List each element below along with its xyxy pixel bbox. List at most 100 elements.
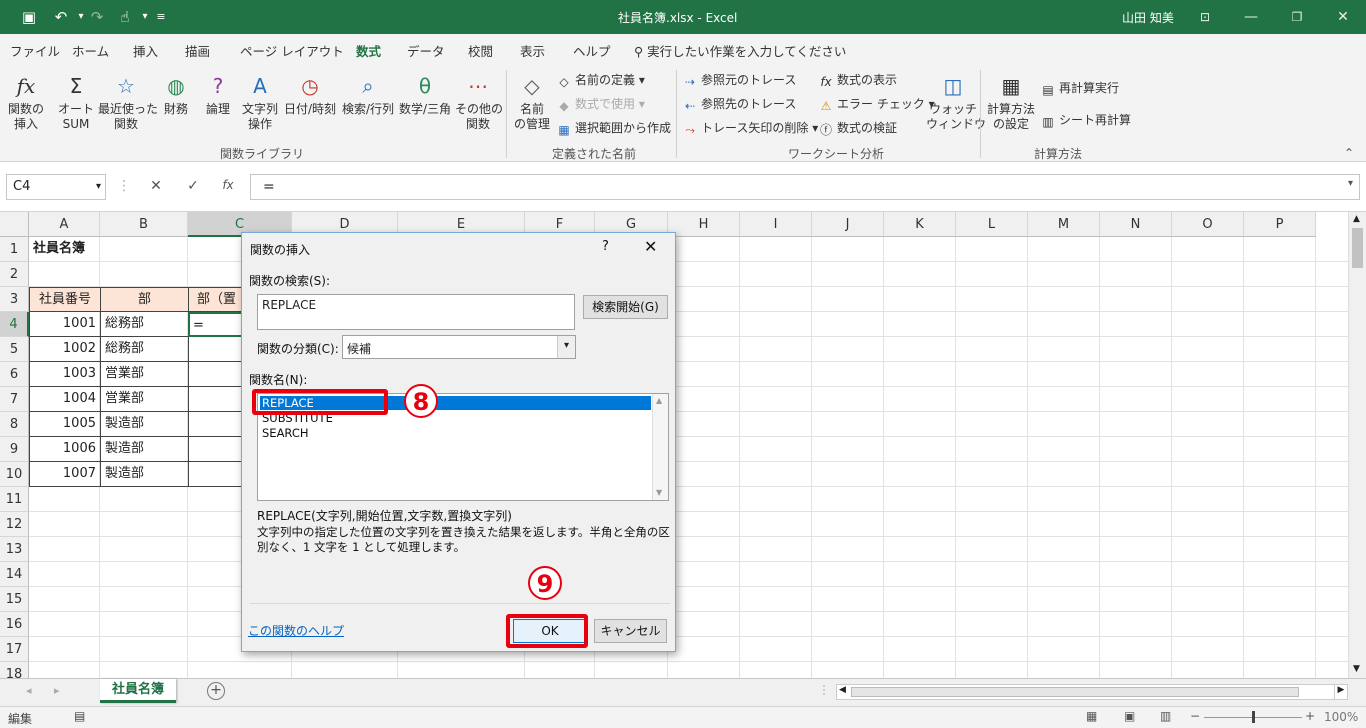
use-in-formula-button[interactable]: ◆ 数式で使用 ▾ [556, 94, 644, 114]
remove-arrows-button[interactable]: ⤳ トレース矢印の削除 ▾ [682, 118, 818, 138]
column-header-n[interactable]: N [1100, 212, 1172, 237]
cell-id-row-10[interactable]: 1007 [29, 462, 101, 487]
column-header-l[interactable]: L [956, 212, 1028, 237]
row-header-5[interactable]: 5 [0, 337, 29, 362]
row-header-10[interactable]: 10 [0, 462, 29, 487]
zoom-slider-thumb[interactable] [1252, 711, 1255, 723]
formula-input[interactable]: = [250, 174, 1360, 200]
close-window-icon[interactable]: ✕ [1320, 0, 1366, 34]
watch-window-button[interactable]: ◫ ウォッチ ウィンドウ [926, 72, 986, 132]
define-name-button[interactable]: ◇ 名前の定義 ▾ [556, 70, 644, 90]
sheet-tab-employees[interactable]: 社員名簿 [100, 679, 176, 703]
row-header-3[interactable]: 3 [0, 287, 29, 312]
cell-replace-row-6[interactable] [188, 362, 248, 387]
header-cell-department-replace[interactable]: 部（置 [188, 287, 248, 312]
list-scroll-up-icon[interactable]: ▲ [656, 396, 662, 405]
cell-dept-row-9[interactable]: 製造部 [100, 437, 189, 462]
cancel-button[interactable]: キャンセル [594, 619, 667, 643]
scroll-left-icon[interactable]: ◀ [839, 685, 846, 695]
save-icon[interactable]: ▣ [18, 6, 40, 28]
row-header-7[interactable]: 7 [0, 387, 29, 412]
search-function-input[interactable]: REPLACE [257, 294, 575, 330]
column-header-k[interactable]: K [884, 212, 956, 237]
tab-insert[interactable]: 挿入 [133, 41, 158, 60]
name-box[interactable]: C4 ▾ [6, 174, 106, 200]
row-header-2[interactable]: 2 [0, 262, 29, 287]
logical-button[interactable]: ? 論理 [198, 72, 238, 117]
vertical-scroll-thumb[interactable] [1352, 228, 1363, 268]
tab-formulas[interactable]: 数式 [356, 41, 381, 60]
math-button[interactable]: θ 数学/三角 [397, 72, 453, 117]
expand-formula-icon[interactable]: ▾ [1348, 178, 1353, 189]
dialog-help-icon[interactable]: ? [602, 239, 609, 254]
error-checking-button[interactable]: ⚠ エラー チェック ▾ [818, 94, 935, 114]
name-manager-button[interactable]: ◇ 名前 の管理 [510, 72, 554, 132]
cell-dept-row-8[interactable]: 製造部 [100, 412, 189, 437]
scroll-up-icon[interactable]: ▲ [1353, 214, 1360, 224]
cell-replace-row-10[interactable] [188, 462, 248, 487]
touch-mode-icon[interactable]: ☝ [114, 6, 136, 28]
prev-sheet-icon[interactable]: ◂ [26, 684, 32, 697]
row-header-16[interactable]: 16 [0, 612, 29, 637]
vertical-scrollbar[interactable]: ▲ ▼ [1348, 212, 1366, 678]
function-help-link[interactable]: この関数のヘルプ [248, 622, 344, 639]
minimize-icon[interactable]: — [1228, 0, 1274, 34]
scroll-right-icon[interactable]: ▶ [1334, 684, 1348, 700]
cell-id-row-4[interactable]: 1001 [29, 312, 101, 337]
calculate-now-button[interactable]: ▤ 再計算実行 [1040, 78, 1119, 98]
cell-replace-row-8[interactable] [188, 412, 248, 437]
column-header-i[interactable]: I [740, 212, 812, 237]
select-all-corner[interactable] [0, 212, 29, 237]
cell-dept-row-10[interactable]: 製造部 [100, 462, 189, 487]
lookup-button[interactable]: ⌕ 検索/行列 [340, 72, 396, 117]
row-header-18[interactable]: 18 [0, 662, 29, 678]
column-header-a[interactable]: A [29, 212, 100, 237]
cell-id-row-9[interactable]: 1006 [29, 437, 101, 462]
cell-dept-row-4[interactable]: 総務部 [100, 312, 189, 337]
normal-view-icon[interactable]: ▦ [1086, 709, 1097, 723]
undo-icon[interactable]: ↶ [50, 6, 72, 28]
row-header-9[interactable]: 9 [0, 437, 29, 462]
cell-dept-row-6[interactable]: 営業部 [100, 362, 189, 387]
row-header-17[interactable]: 17 [0, 637, 29, 662]
datetime-button[interactable]: ◷ 日付/時刻 [282, 72, 338, 117]
trace-dependents-button[interactable]: ⇠ 参照先のトレース [682, 94, 796, 114]
tab-file[interactable]: ファイル [10, 41, 60, 60]
cell-id-row-8[interactable]: 1005 [29, 412, 101, 437]
text-button[interactable]: A 文字列 操作 [238, 72, 282, 132]
column-header-j[interactable]: J [812, 212, 884, 237]
calculation-options-button[interactable]: ▦ 計算方法 の設定 [984, 72, 1038, 132]
trace-precedents-button[interactable]: ⇢ 参照元のトレース [682, 70, 796, 90]
column-header-h[interactable]: H [668, 212, 740, 237]
enter-entry-icon[interactable]: ✓ [183, 178, 203, 196]
dialog-close-icon[interactable]: ✕ [644, 237, 657, 256]
macro-record-icon[interactable]: ▤ [74, 709, 85, 723]
tab-review[interactable]: 校閲 [468, 41, 493, 60]
restore-icon[interactable]: ❐ [1274, 0, 1320, 34]
header-cell-employee-id[interactable]: 社員番号 [29, 287, 101, 312]
tab-data[interactable]: データ [407, 41, 445, 60]
name-box-dropdown-icon[interactable]: ▾ [96, 175, 101, 199]
financial-button[interactable]: ◍ 財務 [156, 72, 196, 117]
page-break-view-icon[interactable]: ▥ [1160, 709, 1171, 723]
cell-replace-row-5[interactable] [188, 337, 248, 362]
cancel-entry-icon[interactable]: ✕ [146, 178, 166, 196]
row-header-13[interactable]: 13 [0, 537, 29, 562]
tab-help[interactable]: ヘルプ [573, 41, 611, 60]
category-select[interactable]: 候補 ▾ [342, 335, 576, 359]
tab-page-layout[interactable]: ページ レイアウト [240, 41, 344, 60]
autosum-button[interactable]: Σ オート SUM [54, 72, 98, 132]
cell-dept-row-5[interactable]: 総務部 [100, 337, 189, 362]
evaluate-formula-button[interactable]: ⓕ 数式の検証 [818, 118, 897, 138]
list-scroll-down-icon[interactable]: ▼ [656, 488, 662, 497]
scroll-down-icon[interactable]: ▼ [1353, 664, 1360, 674]
row-header-8[interactable]: 8 [0, 412, 29, 437]
search-go-button[interactable]: 検索開始(G) [583, 295, 668, 319]
sheet-title-cell[interactable]: 社員名簿 [29, 237, 189, 262]
insert-function-icon[interactable]: fx [218, 178, 238, 196]
cell-id-row-6[interactable]: 1003 [29, 362, 101, 387]
column-header-m[interactable]: M [1028, 212, 1100, 237]
tab-draw[interactable]: 描画 [185, 41, 210, 60]
split-handle[interactable]: ⋮ [818, 683, 830, 697]
collapse-ribbon-icon[interactable]: ⌃ [1344, 146, 1354, 160]
